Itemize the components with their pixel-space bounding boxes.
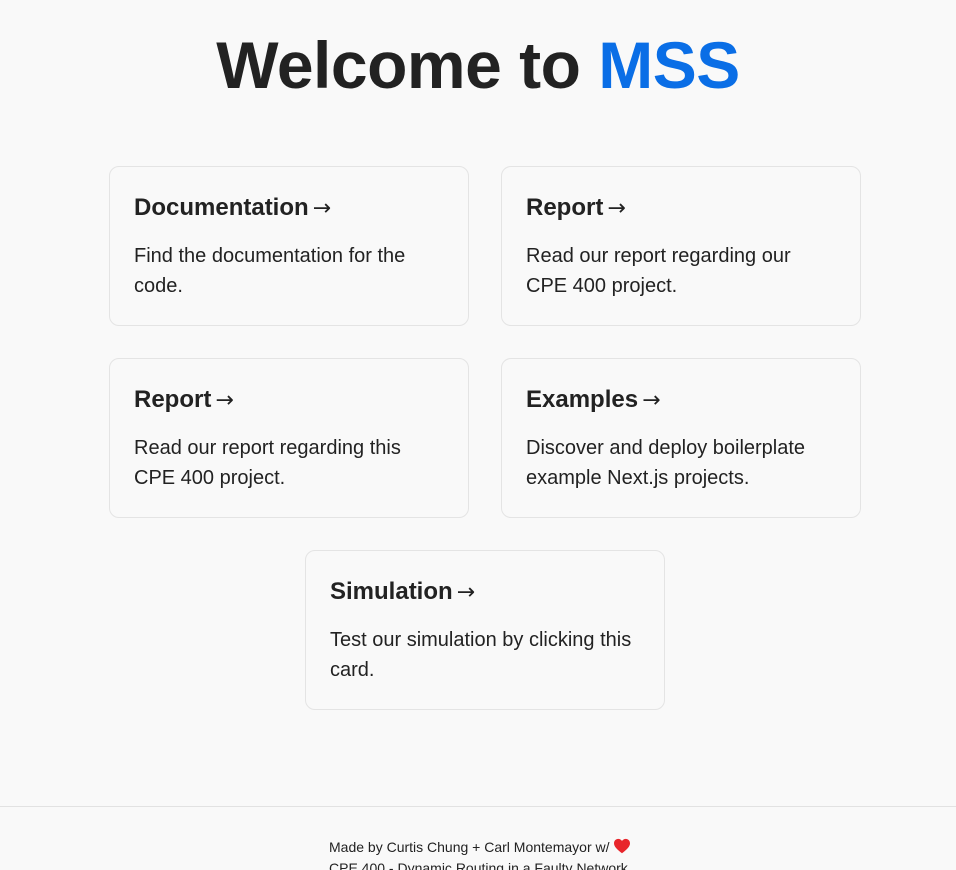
card-title: Simulation →: [330, 576, 640, 609]
arrow-right-icon: →: [312, 196, 332, 221]
footer: Made by Curtis Chung + Carl Montemayor w…: [0, 806, 956, 870]
title-accent: MSS: [598, 28, 740, 102]
footer-credit: Made by Curtis Chung + Carl Montemayor w…: [329, 839, 610, 855]
arrow-right-icon: →: [456, 580, 476, 605]
card-description: Find the documentation for the code.: [134, 245, 406, 297]
card-report-2[interactable]: Report → Read our report regarding this C…: [109, 358, 469, 518]
title-prefix: Welcome to: [216, 28, 581, 102]
card-simulation[interactable]: Simulation → Test our simulation by click…: [305, 550, 665, 710]
footer-subtitle: CPE 400 - Dynamic Routing in a Faulty Ne…: [329, 860, 628, 870]
card-description: Discover and deploy boilerplate example …: [526, 437, 806, 489]
card-description: Test our simulation by clicking this car…: [330, 629, 632, 681]
page: Welcome to MSS Documentation → Find the d…: [0, 0, 956, 870]
card-report[interactable]: Report → Read our report regarding our CP…: [501, 166, 861, 326]
card-description: Read our report regarding our CPE 400 pr…: [526, 245, 791, 297]
card-examples[interactable]: Examples → Discover and deploy boilerplat…: [501, 358, 861, 518]
card-title-text: Report: [134, 386, 212, 413]
card-title-text: Report: [526, 194, 604, 221]
card-title: Report →: [134, 384, 444, 417]
footer-content: Made by Curtis Chung + Carl Montemayor w…: [329, 838, 631, 870]
card-title: Examples →: [526, 384, 836, 417]
card-title: Report →: [526, 192, 836, 225]
arrow-right-icon: →: [215, 388, 234, 413]
page-title: Welcome to MSS: [0, 28, 956, 102]
arrow-right-icon: →: [607, 196, 626, 221]
card-title-text: Simulation: [330, 578, 453, 605]
card-documentation[interactable]: Documentation → Find the documentation fo…: [109, 166, 469, 326]
card-title: Documentation →: [134, 192, 444, 225]
card-title-text: Examples: [526, 386, 639, 413]
card-title-text: Documentation: [134, 194, 309, 221]
arrow-right-icon: →: [642, 388, 661, 413]
card-description: Read our report regarding this CPE 400 p…: [134, 437, 401, 489]
heart-icon: [613, 838, 631, 859]
footer-credit-line: Made by Curtis Chung + Carl Montemayor w…: [329, 838, 631, 859]
